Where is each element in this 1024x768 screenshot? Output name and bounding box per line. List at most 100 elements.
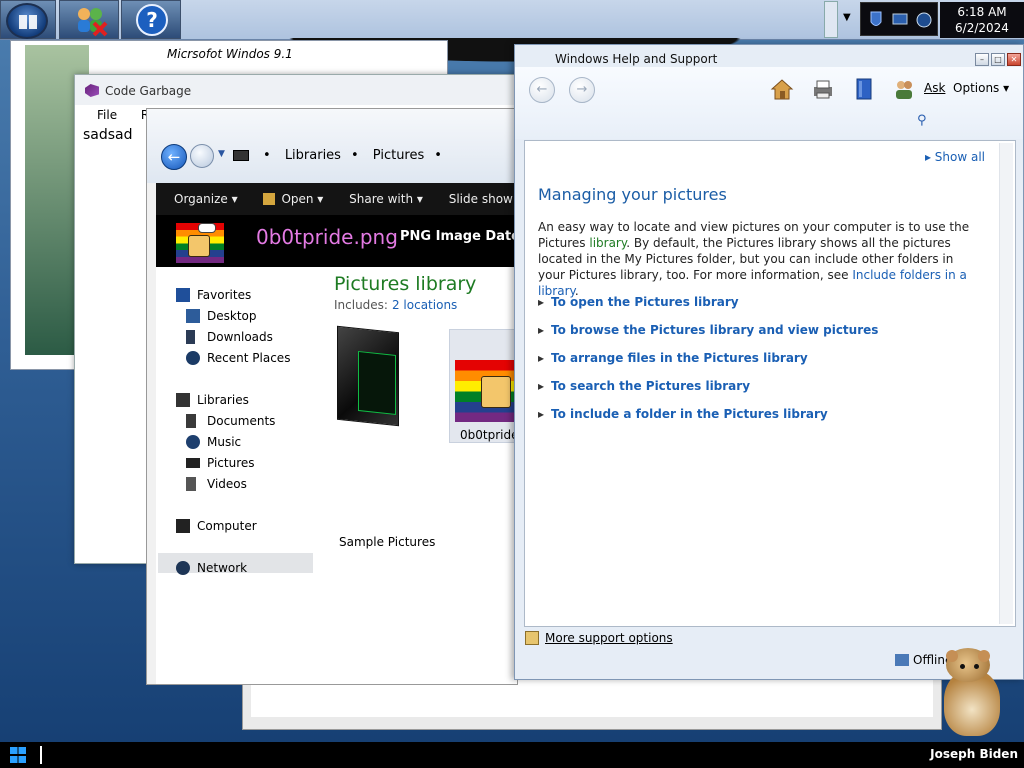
breadcrumb-pictures[interactable]: Pictures [373,148,424,163]
home-icon[interactable] [770,77,794,101]
pinned-help-button[interactable]: ? [121,0,181,39]
maximize-button[interactable]: □ [991,53,1005,66]
forward-arrow-icon[interactable]: → [569,77,595,103]
locations-link[interactable]: 2 locations [392,298,457,312]
library-heading: Pictures library [334,273,477,295]
organize-button[interactable]: Organize ▾ [174,192,238,206]
libraries-icon [176,393,190,407]
clock[interactable]: 6:18 AM 6/2/2024 [940,2,1024,38]
ask-icon[interactable] [892,77,916,101]
computer-icon [233,150,249,161]
desktop-icon [186,309,200,323]
image-thumbnail [455,360,517,422]
bottom-taskbar: Joseph Biden [0,742,1024,768]
recent-pages-dropdown[interactable]: ▼ [218,149,225,159]
chevron-down-icon[interactable]: ▼ [843,12,855,24]
clock-date: 6/2/2024 [955,21,1009,35]
content-pane: Pictures library Includes: 2 locations Sa… [326,267,518,684]
close-button[interactable]: ✕ [1007,53,1021,66]
link-search-pictures-library[interactable]: To search the Pictures library [538,379,750,393]
options-menu[interactable]: Options ▾ [953,81,1009,95]
more-support-options[interactable]: More support options [525,631,673,645]
window-title: Micrsofot Windos 9.1 [167,47,293,61]
print-icon[interactable] [811,77,835,101]
scrollbar[interactable] [999,143,1013,624]
clock-time: 6:18 AM [957,5,1007,19]
window-title: Windows Help and Support [555,52,718,66]
network-icon [176,561,190,575]
nav-recent-places[interactable]: Recent Places [186,348,290,368]
support-icon [525,631,539,645]
selected-file-item[interactable]: 0b0tpride [449,329,518,443]
forward-arrow-icon[interactable] [190,144,214,168]
music-icon [186,435,200,449]
star-icon [176,288,190,302]
text-cursor [40,746,42,764]
nav-documents[interactable]: Documents [186,411,275,431]
help-icon: ? [136,4,168,36]
offline-icon [895,654,909,666]
nav-music[interactable]: Music [186,432,241,452]
command-bar: Organize ▾ Open ▾ Share with ▾ Slide sho… [156,183,517,215]
start-orb-icon [6,3,48,39]
slide-show-button[interactable]: Slide show [449,192,513,206]
hamster-image [934,644,1006,738]
article-heading: Managing your pictures [538,185,727,204]
top-taskbar: ? ▼ 6:18 AM 6/2/2024 [0,0,1024,40]
ask-button[interactable]: Ask [924,81,945,95]
link-arrange-files[interactable]: To arrange files in the Pictures library [538,351,808,365]
minimize-button[interactable]: – [975,53,989,66]
back-arrow-icon[interactable]: ← [529,77,555,103]
nav-computer[interactable]: Computer [176,516,257,536]
help-support-window[interactable]: Windows Help and Support – □ ✕ ← → Ask Opt… [514,44,1024,680]
browse-help-icon[interactable] [852,77,876,101]
taskbar-scroll[interactable] [824,1,838,38]
details-pane: 0b0tpride.png PNG Image Date ta [156,215,518,267]
navigation-pane: Favorites Desktop Downloads Recent Place… [156,267,326,684]
preview-filename: 0b0tpride.png [256,225,398,249]
nav-favorites[interactable]: Favorites [176,285,251,305]
article-paragraph: An easy way to locate and view pictures … [538,220,970,298]
user-name[interactable]: Joseph Biden [930,747,1018,761]
menu-file[interactable]: File [97,108,117,122]
preview-meta: PNG Image Date ta [400,229,518,244]
library-includes: Includes: 2 locations [334,298,458,312]
visual-studio-icon [85,84,99,97]
breadcrumb-libraries[interactable]: Libraries [285,148,341,163]
nav-pictures[interactable]: Pictures [186,453,255,473]
documents-icon [186,414,196,428]
windows-logo-icon[interactable] [10,747,26,763]
pictures-icon [186,458,200,468]
file-thumbnail [176,223,224,263]
title-bar[interactable]: Code Garbage [75,75,533,105]
nav-network[interactable]: Network [176,558,247,578]
pinned-users-button[interactable] [59,0,119,39]
svg-text:?: ? [146,8,158,32]
show-all-link[interactable]: ▸ Show all [925,150,985,164]
computer-icon [176,519,190,533]
link-browse-pictures-library[interactable]: To browse the Pictures library and view … [538,323,878,337]
explorer-window[interactable]: ← ▼ • Libraries • Pictures • Organize ▾ Op… [146,108,518,685]
file-label: 0b0tpride [460,428,518,442]
sample-pictures-folder-icon[interactable] [337,325,399,427]
open-icon [263,193,276,205]
help-article: ▸ Show all Managing your pictures An eas… [524,140,1016,627]
breadcrumb[interactable]: • Libraries • Pictures • [233,145,452,167]
system-tray [860,2,938,36]
nav-libraries[interactable]: Libraries [176,390,249,410]
sample-pictures-label[interactable]: Sample Pictures [339,535,435,549]
nav-videos[interactable]: Videos [186,474,247,494]
open-button[interactable]: Open ▾ [263,192,323,206]
nav-downloads[interactable]: Downloads [186,327,273,347]
library-link[interactable]: library [589,236,626,250]
link-include-folder[interactable]: To include a folder in the Pictures libr… [538,407,828,421]
start-button[interactable] [0,0,56,39]
downloads-icon [186,330,195,344]
videos-icon [186,477,196,491]
recent-places-icon [186,351,200,365]
back-arrow-icon[interactable]: ← [161,144,187,170]
nav-desktop[interactable]: Desktop [186,306,257,326]
search-icon[interactable]: ⚲ [917,113,927,128]
share-with-button[interactable]: Share with ▾ [349,192,423,206]
link-open-pictures-library[interactable]: To open the Pictures library [538,295,739,309]
